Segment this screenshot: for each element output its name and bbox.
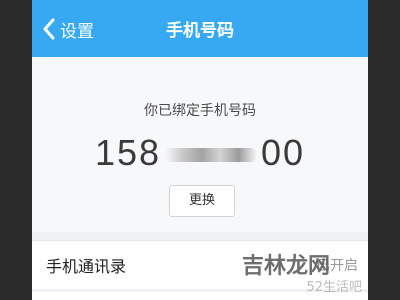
page-title: 手机号码 [166, 21, 234, 41]
phone-number-card: 你已绑定手机号码 158 00 更换 [32, 57, 368, 232]
phone-number-suffix: 00 [261, 132, 306, 173]
top-nav-bar: 设置 手机号码 [32, 0, 368, 57]
redacted-digits [165, 148, 258, 163]
watermark-site: 52生活吧 [306, 280, 362, 295]
phone-number: 158 00 [32, 132, 368, 176]
change-number-button[interactable]: 更换 [169, 185, 235, 217]
phone-screen: 设置 手机号码 你已绑定手机号码 158 00 更换 手机通讯录 已开启 吉林龙网… [32, 0, 368, 300]
phone-number-prefix: 158 [94, 132, 162, 173]
bound-number-caption: 你已绑定手机号码 [144, 103, 256, 119]
contacts-row-label: 手机通讯录 [46, 257, 127, 276]
